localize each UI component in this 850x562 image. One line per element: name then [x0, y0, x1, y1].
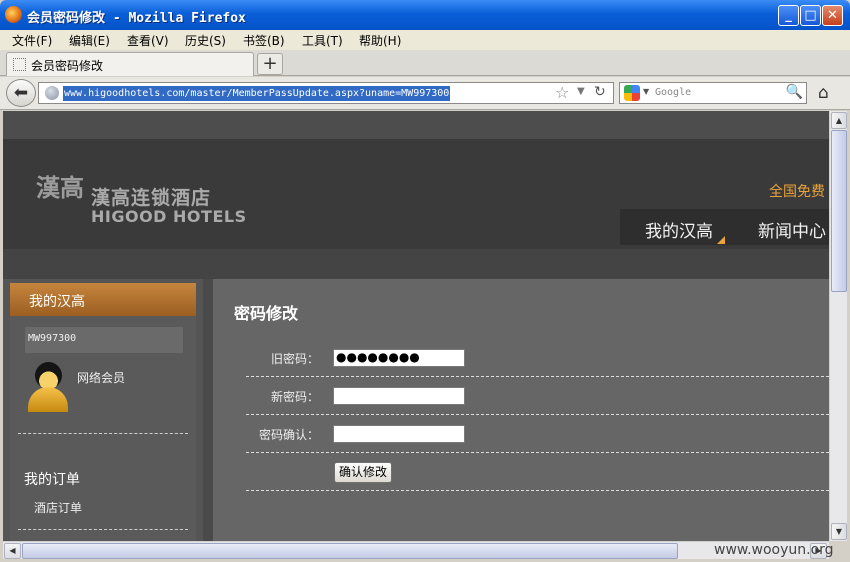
form-divider	[246, 490, 829, 491]
address-bar[interactable]: www.higoodhotels.com/master/MemberPassUp…	[38, 82, 614, 104]
page-viewport: 漢高 漢高连锁酒店 HIGOOD HOTELS 全国免费 我的汉高 新闻中心 我…	[3, 111, 829, 541]
confirm-password-label: 密码确认：	[258, 428, 319, 442]
scroll-left-icon[interactable]: ◀	[4, 543, 21, 559]
new-password-label: 新密码：	[270, 390, 319, 404]
site-nav: 我的汉高 新闻中心	[620, 209, 829, 245]
page-favicon-icon	[13, 58, 26, 71]
sidebar-panel: 我的汉高 MW997300 网络会员 我的订单 酒店订单	[10, 283, 196, 541]
home-icon[interactable]: ⌂	[818, 83, 829, 103]
site-header: 漢高 漢高连锁酒店 HIGOOD HOTELS 全国免费 我的汉高 新闻中心	[3, 139, 829, 249]
nav-news-center[interactable]: 新闻中心	[758, 217, 826, 242]
site-logo-mark[interactable]: 漢高	[36, 176, 84, 227]
avatar-head-icon	[35, 362, 62, 389]
firefox-logo-icon	[5, 6, 22, 23]
form-divider	[246, 414, 829, 415]
old-password-label: 旧密码：	[270, 352, 319, 366]
confirm-password-field[interactable]	[333, 425, 465, 443]
vertical-scrollbar[interactable]: ▲ ▼	[829, 111, 847, 541]
orders-heading: 我的订单	[24, 472, 80, 488]
member-sidebar: 我的汉高 MW997300 网络会员 我的订单 酒店订单	[3, 279, 203, 541]
menu-bar: 文件(F) 编辑(E) 查看(V) 历史(S) 书签(B) 工具(T) 帮助(H…	[0, 30, 850, 50]
window-titlebar: 会员密码修改 - Mozilla Firefox _ □ ✕	[0, 0, 850, 30]
member-type: 网络会员	[77, 371, 126, 385]
search-input[interactable]: Google	[655, 87, 691, 98]
site-logo-en[interactable]: HIGOOD HOTELS	[91, 207, 247, 226]
search-engine-dropdown-icon[interactable]: ▼	[643, 87, 649, 96]
old-password-field[interactable]: ●●●●●●●●	[333, 349, 465, 367]
vertical-scroll-thumb[interactable]	[831, 130, 847, 292]
nav-active-indicator-icon	[717, 236, 725, 244]
history-dropdown-icon[interactable]: ▼	[577, 86, 585, 97]
page-title: 密码修改	[234, 304, 299, 323]
reload-icon[interactable]: ↻	[594, 84, 606, 100]
new-tab-button[interactable]: +	[257, 53, 283, 75]
search-icon[interactable]: 🔍	[786, 84, 803, 100]
site-identity-icon[interactable]	[45, 86, 59, 100]
menu-tools[interactable]: 工具(T)	[302, 32, 343, 49]
hotline-text: 全国免费	[769, 184, 825, 200]
address-url[interactable]: www.higoodhotels.com/master/MemberPassUp…	[63, 86, 451, 101]
back-arrow-icon: ⬅	[13, 83, 29, 103]
search-engine-icon[interactable]	[624, 85, 640, 101]
avatar	[28, 362, 68, 412]
form-divider	[246, 376, 829, 377]
form-divider	[246, 452, 829, 453]
nav-my-higood-label: 我的汉高	[645, 222, 713, 242]
avatar-body-icon	[28, 387, 68, 412]
menu-history[interactable]: 历史(S)	[185, 32, 226, 49]
bookmark-star-icon[interactable]: ☆	[555, 83, 569, 102]
back-button[interactable]: ⬅	[6, 79, 36, 107]
menu-bookmarks[interactable]: 书签(B)	[243, 32, 285, 49]
maximize-button[interactable]: □	[800, 5, 821, 26]
menu-view[interactable]: 查看(V)	[127, 32, 169, 49]
menu-help[interactable]: 帮助(H)	[359, 32, 401, 49]
horizontal-scroll-thumb[interactable]	[22, 543, 678, 559]
navigation-bar: ⬅ www.higoodhotels.com/master/MemberPass…	[0, 77, 850, 110]
menu-file[interactable]: 文件(F)	[12, 32, 52, 49]
watermark-text: www.wooyun.org	[714, 542, 834, 558]
minimize-button[interactable]: _	[778, 5, 799, 26]
window-title: 会员密码修改 - Mozilla Firefox	[27, 11, 246, 26]
confirm-change-button[interactable]: 确认修改	[334, 462, 392, 483]
scroll-up-icon[interactable]: ▲	[831, 112, 847, 129]
scroll-down-icon[interactable]: ▼	[831, 523, 847, 540]
tab-label: 会员密码修改	[31, 59, 104, 73]
header-sub-bar	[3, 249, 829, 279]
site-logo-cn[interactable]: 漢高连锁酒店	[91, 183, 211, 210]
new-password-field[interactable]	[333, 387, 465, 405]
page-top-strip	[3, 111, 829, 139]
close-button[interactable]: ✕	[822, 5, 843, 26]
sidebar-divider	[18, 433, 188, 434]
tab-active[interactable]: 会员密码修改	[6, 52, 254, 76]
hotel-orders-link[interactable]: 酒店订单	[34, 499, 82, 516]
password-form-panel: 密码修改 旧密码： ●●●●●●●● 新密码： 密码确认： 确认修改	[213, 279, 829, 541]
sidebar-title: 我的汉高	[10, 283, 196, 316]
member-username: MW997300	[25, 327, 183, 353]
search-box[interactable]: ▼ Google 🔍	[619, 82, 807, 104]
tab-bar: 会员密码修改 +	[0, 50, 850, 76]
nav-my-higood[interactable]: 我的汉高	[645, 217, 725, 244]
menu-edit[interactable]: 编辑(E)	[69, 32, 110, 49]
sidebar-divider	[18, 529, 188, 530]
horizontal-scrollbar[interactable]: ◀ ▶	[3, 541, 829, 559]
